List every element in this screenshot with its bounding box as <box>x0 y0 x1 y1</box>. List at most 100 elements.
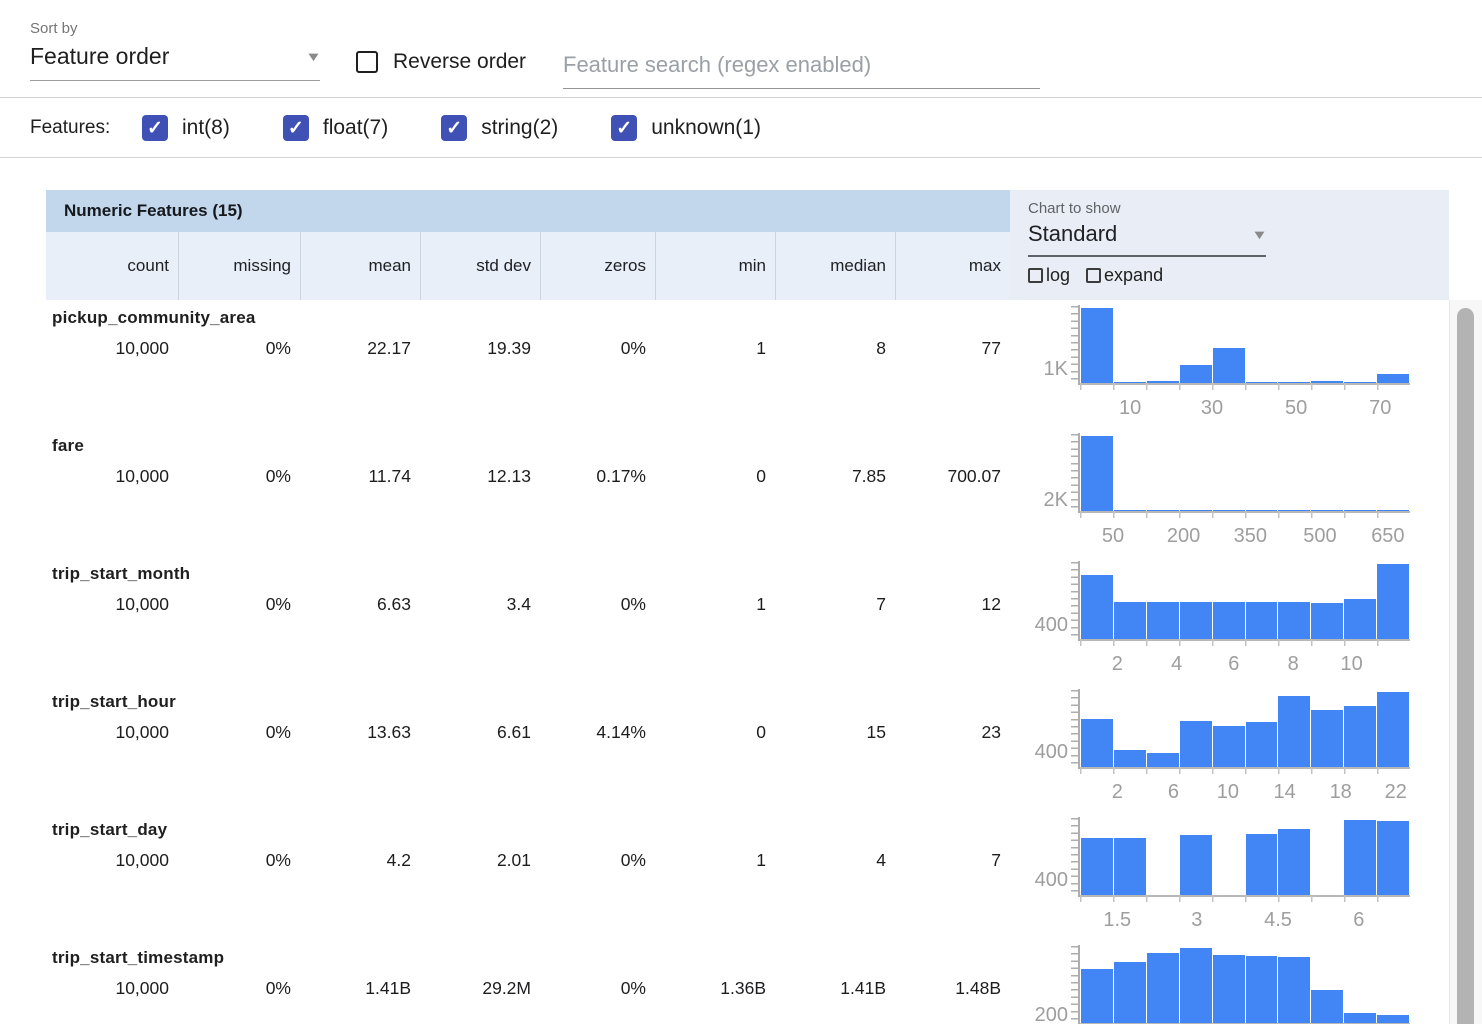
stat-value: 3.4 <box>420 594 540 615</box>
stat-value: 1 <box>655 338 775 359</box>
histogram-bar <box>1377 374 1409 383</box>
y-axis-ruler <box>1071 305 1080 385</box>
stat-value: 0 <box>655 466 775 487</box>
x-tick-label: 10 <box>1119 397 1141 420</box>
feature-row: pickup_community_area 10,0000%22.1719.39… <box>46 300 1010 428</box>
x-tick-label: 500 <box>1303 525 1336 548</box>
feature-histogram: 2K 50200350500650 <box>1010 428 1449 556</box>
histogram-bar <box>1213 955 1245 1023</box>
stat-value: 0% <box>540 338 655 359</box>
stat-value: 0% <box>178 722 300 743</box>
sort-by-label: Sort by <box>30 20 320 37</box>
stat-value: 1.48B <box>895 978 1010 999</box>
expand-label: expand <box>1104 265 1163 286</box>
histogram-bar <box>1114 962 1146 1023</box>
feature-stats: 10,0000%11.7412.130.17%07.85700.07 <box>46 466 1010 487</box>
x-tick-label: 6 <box>1228 653 1239 676</box>
stat-value: 1.36B <box>655 978 775 999</box>
checkbox-unchecked-icon[interactable] <box>356 51 378 73</box>
stat-value: 0% <box>178 338 300 359</box>
column-header: max <box>895 232 1010 300</box>
histogram-bar <box>1311 603 1343 639</box>
checkbox-checked-icon[interactable]: ✓ <box>441 115 467 141</box>
histogram-bar <box>1213 726 1245 767</box>
checkbox-checked-icon[interactable]: ✓ <box>142 115 168 141</box>
checkbox-checked-icon[interactable]: ✓ <box>283 115 309 141</box>
chart-controls: Chart to show Standard ▼ log expand <box>1010 190 1449 300</box>
histogram-bar <box>1278 957 1310 1023</box>
chevron-down-icon: ▼ <box>1251 227 1268 242</box>
x-tick-label: 1.5 <box>1103 909 1131 932</box>
histogram-bars <box>1081 694 1410 767</box>
x-tick-label: 6 <box>1353 909 1364 932</box>
feature-histogram: 400 1.534.56 <box>1010 812 1449 940</box>
y-axis-label: 2K <box>1010 489 1068 511</box>
histogram-bar <box>1180 835 1212 895</box>
histogram-bar <box>1180 721 1212 767</box>
log-label: log <box>1046 265 1070 286</box>
histogram-bar <box>1213 348 1245 383</box>
filter-label: unknown(1) <box>651 116 761 140</box>
x-tick-label: 70 <box>1369 397 1391 420</box>
histogram-bar <box>1246 956 1278 1023</box>
filter-checkbox-unknown1[interactable]: ✓ unknown(1) <box>611 115 761 141</box>
x-axis-ticks <box>1080 895 1410 902</box>
stat-value: 6.61 <box>420 722 540 743</box>
x-axis-ticks <box>1080 767 1410 774</box>
x-tick-label: 4 <box>1171 653 1182 676</box>
expand-checkbox[interactable]: expand <box>1086 265 1163 286</box>
stat-value: 7.85 <box>775 466 895 487</box>
histogram-bar <box>1114 750 1146 767</box>
y-axis-ruler <box>1071 817 1080 897</box>
stat-value: 11.74 <box>300 466 420 487</box>
checkbox-unchecked-icon[interactable] <box>1086 268 1101 283</box>
feature-row: trip_start_timestamp 10,0000%1.41B29.2M0… <box>46 940 1010 1024</box>
checkbox-checked-icon[interactable]: ✓ <box>611 115 637 141</box>
histogram-bar <box>1180 948 1212 1023</box>
checkbox-unchecked-icon[interactable] <box>1028 268 1043 283</box>
filter-checkbox-float7[interactable]: ✓float(7) <box>283 115 388 141</box>
numeric-features-panel: Numeric Features (15) countmissingmeanst… <box>46 190 1449 1024</box>
feature-histogram: 1K 10305070 <box>1010 300 1449 428</box>
x-tick-label: 18 <box>1330 781 1352 804</box>
histogram-bars <box>1081 310 1410 383</box>
vertical-scrollbar-track[interactable] <box>1449 300 1482 1024</box>
histogram-bar <box>1114 602 1146 639</box>
reverse-order-checkbox[interactable]: Reverse order <box>356 50 526 74</box>
histogram-bar <box>1147 953 1179 1023</box>
filter-checkbox-string2[interactable]: ✓string(2) <box>441 115 558 141</box>
histogram-plot: 246810 <box>1080 566 1410 641</box>
vertical-scrollbar-thumb[interactable] <box>1457 308 1474 1024</box>
reverse-order-label: Reverse order <box>393 50 526 74</box>
chart-type-dropdown[interactable]: Standard ▼ <box>1028 221 1266 257</box>
histogram-bar <box>1377 692 1409 767</box>
histogram-bar <box>1278 829 1310 895</box>
feature-stats: 10,0000%22.1719.390%1877 <box>46 338 1010 359</box>
stat-value: 0% <box>540 594 655 615</box>
histogram-bar <box>1377 821 1409 895</box>
stat-value: 1 <box>655 850 775 871</box>
toolbar: Sort by Feature order ▼ Reverse order <box>0 0 1482 98</box>
feature-name: trip_start_day <box>46 812 1010 840</box>
histogram-bar <box>1180 365 1212 383</box>
y-axis-ruler <box>1071 433 1080 513</box>
histogram-bar <box>1246 602 1278 639</box>
feature-name: trip_start_timestamp <box>46 940 1010 968</box>
feature-name: trip_start_month <box>46 556 1010 584</box>
filter-checkbox-int8[interactable]: ✓int(8) <box>142 115 230 141</box>
histogram-bar <box>1081 969 1113 1023</box>
feature-stats: 10,0000%6.633.40%1712 <box>46 594 1010 615</box>
feature-row: trip_start_hour 10,0000%13.636.614.14%01… <box>46 684 1010 812</box>
feature-stats: 10,0000%4.22.010%147 <box>46 850 1010 871</box>
histogram-bar <box>1344 706 1376 767</box>
histogram-bar <box>1246 834 1278 895</box>
feature-search-input[interactable] <box>563 48 1040 89</box>
log-checkbox[interactable]: log <box>1028 265 1070 286</box>
x-tick-label: 6 <box>1168 781 1179 804</box>
sort-by-dropdown[interactable]: Sort by Feature order ▼ <box>30 20 320 81</box>
histogram-bar <box>1180 602 1212 639</box>
x-tick-label: 2 <box>1112 653 1123 676</box>
histogram-bars <box>1081 438 1410 511</box>
stat-value: 15 <box>775 722 895 743</box>
x-axis-ticks <box>1080 383 1410 390</box>
